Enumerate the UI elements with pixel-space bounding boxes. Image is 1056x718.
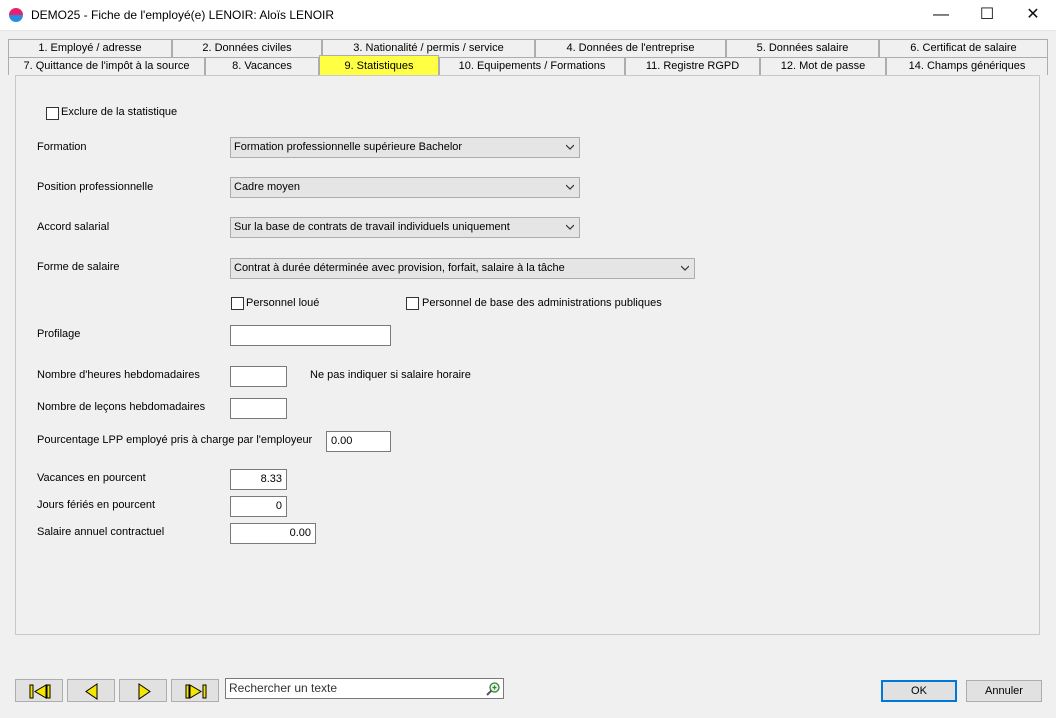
last-record-icon [185, 684, 207, 699]
forme-select[interactable]: Contrat à durée déterminée avec provisio… [230, 258, 695, 279]
position-select[interactable]: Cadre moyen [230, 177, 580, 198]
search-icon[interactable] [485, 681, 501, 697]
next-record-icon [138, 683, 151, 700]
next-record-button[interactable] [119, 679, 167, 702]
chevron-down-icon [566, 224, 574, 230]
statistiques-panel [15, 75, 1040, 635]
app-logo-icon [9, 8, 23, 22]
position-label: Position professionnelle [37, 181, 154, 193]
heures-input[interactable] [230, 366, 287, 387]
tab-donnees-civiles[interactable]: 2. Données civiles [172, 39, 322, 57]
tab-champs-generiques[interactable]: 14. Champs génériques [886, 57, 1048, 75]
forme-label: Forme de salaire [37, 261, 120, 273]
heures-note: Ne pas indiquer si salaire horaire [310, 369, 471, 381]
forme-select-value: Contrat à durée déterminée avec provisio… [234, 262, 565, 274]
formation-label: Formation [37, 141, 87, 153]
lpp-label: Pourcentage LPP employé pris à charge pa… [37, 434, 313, 446]
personnel-base-checkbox[interactable] [406, 297, 419, 310]
window-title: DEMO25 - Fiche de l'employé(e) LENOIR: A… [31, 8, 335, 22]
profilage-input[interactable] [230, 325, 391, 346]
title-bar: DEMO25 - Fiche de l'employé(e) LENOIR: A… [0, 0, 1056, 31]
chevron-down-icon [566, 184, 574, 190]
accord-select[interactable]: Sur la base de contrats de travail indiv… [230, 217, 580, 238]
feries-label: Jours fériés en pourcent [37, 499, 156, 511]
first-record-button[interactable] [15, 679, 63, 702]
personnel-loue-checkbox[interactable] [231, 297, 244, 310]
tab-mot-de-passe[interactable]: 12. Mot de passe [760, 57, 886, 75]
tab-certificat-salaire[interactable]: 6. Certificat de salaire [879, 39, 1048, 57]
tab-employe-adresse[interactable]: 1. Employé / adresse [8, 39, 172, 57]
maximize-button[interactable]: ☐ [964, 0, 1010, 31]
lecons-label: Nombre de leçons hebdomadaires [37, 401, 206, 413]
search-input[interactable]: Rechercher un texte [225, 678, 504, 699]
ok-button[interactable]: OK [881, 680, 957, 702]
salaire-input[interactable]: 0.00 [230, 523, 316, 544]
minimize-button[interactable]: — [918, 0, 964, 31]
position-select-value: Cadre moyen [234, 181, 301, 193]
accord-label: Accord salarial [37, 221, 110, 233]
vacances-input[interactable]: 8.33 [230, 469, 287, 490]
previous-record-icon [85, 683, 98, 700]
tab-statistiques[interactable]: 9. Statistiques [319, 55, 439, 75]
chevron-down-icon [566, 144, 574, 150]
tab-donnees-salaire[interactable]: 5. Données salaire [726, 39, 879, 57]
formation-select-value: Formation professionnelle supérieure Bac… [234, 141, 463, 153]
personnel-loue-label: Personnel loué [246, 297, 320, 309]
tab-equipements-formations[interactable]: 10. Equipements / Formations [439, 57, 625, 75]
feries-input[interactable]: 0 [230, 496, 287, 517]
tab-registre-rgpd[interactable]: 11. Registre RGPD [625, 57, 760, 75]
cancel-button[interactable]: Annuler [966, 680, 1042, 702]
tab-quittance-impot[interactable]: 7. Quittance de l'impôt à la source [8, 57, 205, 75]
exclude-statistics-checkbox[interactable] [46, 107, 59, 120]
tab-donnees-entreprise[interactable]: 4. Données de l'entreprise [535, 39, 726, 57]
vacances-label: Vacances en pourcent [37, 472, 146, 484]
formation-select[interactable]: Formation professionnelle supérieure Bac… [230, 137, 580, 158]
exclude-statistics-label: Exclure de la statistique [61, 106, 178, 118]
accord-select-value: Sur la base de contrats de travail indiv… [234, 221, 510, 233]
personnel-base-label: Personnel de base des administrations pu… [422, 297, 662, 309]
search-placeholder: Rechercher un texte [229, 681, 338, 695]
salaire-label: Salaire annuel contractuel [37, 526, 165, 538]
tab-vacances[interactable]: 8. Vacances [205, 57, 319, 75]
last-record-button[interactable] [171, 679, 219, 702]
chevron-down-icon [681, 265, 689, 271]
profilage-label: Profilage [37, 328, 81, 340]
previous-record-button[interactable] [67, 679, 115, 702]
lecons-input[interactable] [230, 398, 287, 419]
heures-label: Nombre d'heures hebdomadaires [37, 369, 200, 381]
first-record-icon [29, 684, 51, 699]
close-button[interactable]: ✕ [1010, 0, 1056, 31]
lpp-input[interactable]: 0.00 [326, 431, 391, 452]
